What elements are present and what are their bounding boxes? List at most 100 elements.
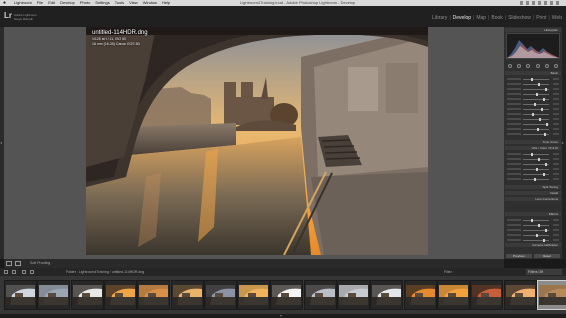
slider-knob[interactable] — [545, 163, 547, 166]
filmstrip-thumbnail[interactable] — [237, 280, 271, 310]
slider-knob[interactable] — [538, 224, 540, 227]
slider-track[interactable] — [523, 239, 549, 242]
slider-knob[interactable] — [538, 83, 540, 86]
filmstrip-thumbnail[interactable] — [170, 280, 204, 310]
filmstrip-thumbnail[interactable] — [370, 280, 404, 310]
effects-slider-row[interactable] — [507, 229, 559, 232]
slider-knob[interactable] — [536, 234, 538, 237]
module-web[interactable]: Web — [550, 15, 564, 22]
back-arrow-icon[interactable] — [22, 270, 26, 274]
photo-canvas[interactable]: untitled-114HDR.dng 1/125 at f / 11, ISO… — [4, 27, 504, 259]
filmstrip-thumbnail[interactable] — [203, 280, 237, 310]
radial-filter-icon[interactable] — [544, 64, 549, 68]
hsl-slider-row[interactable] — [507, 173, 559, 176]
slider-track[interactable] — [523, 98, 549, 101]
slider-knob[interactable] — [543, 98, 545, 101]
slider-track[interactable] — [523, 123, 549, 126]
filmstrip-thumbnail[interactable] — [103, 280, 137, 310]
apple-icon[interactable]: ● — [3, 0, 9, 6]
adjustment-brush-icon[interactable] — [553, 64, 558, 68]
before-after-icon[interactable] — [15, 261, 21, 266]
lens-corrections-header[interactable]: Lens Corrections — [505, 197, 561, 201]
basic-slider-row[interactable] — [507, 93, 559, 96]
module-print[interactable]: Print — [534, 15, 548, 22]
hsl-header[interactable]: HSL / Color / B & W — [505, 146, 561, 150]
module-develop[interactable]: Develop — [451, 15, 473, 22]
basic-slider-row[interactable] — [507, 103, 559, 106]
soft-proofing-label[interactable]: Soft Proofing — [30, 261, 50, 266]
filmstrip-thumbnail[interactable] — [37, 280, 71, 310]
slider-knob[interactable] — [541, 108, 543, 111]
reset-button[interactable]: Reset — [534, 254, 560, 258]
spot-removal-icon[interactable] — [517, 64, 522, 68]
filmstrip-thumbnail[interactable] — [303, 280, 337, 310]
hsl-slider-row[interactable] — [507, 168, 559, 171]
slider-knob[interactable] — [531, 78, 533, 81]
filmstrip-thumbnail[interactable] — [4, 280, 37, 310]
effects-slider-row[interactable] — [507, 239, 559, 242]
slider-track[interactable] — [523, 178, 549, 181]
filmstrip-thumbnail[interactable] — [270, 280, 304, 310]
histogram-header[interactable]: Histogram — [505, 28, 561, 32]
hsl-slider-row[interactable] — [507, 158, 559, 161]
filmstrip[interactable] — [0, 276, 566, 314]
module-map[interactable]: Map — [474, 15, 488, 22]
slider-track[interactable] — [523, 133, 549, 136]
slider-knob[interactable] — [534, 178, 536, 181]
slider-knob[interactable] — [532, 113, 534, 116]
module-book[interactable]: Book — [489, 15, 504, 22]
crop-tool-icon[interactable] — [508, 64, 512, 68]
basic-slider-row[interactable] — [507, 118, 559, 121]
slider-knob[interactable] — [538, 158, 540, 161]
basic-slider-row[interactable] — [507, 88, 559, 91]
hsl-slider-row[interactable] — [507, 153, 559, 156]
detail-header[interactable]: Detail — [505, 191, 561, 195]
menu-extras[interactable] — [520, 1, 560, 5]
slider-knob[interactable] — [543, 173, 545, 176]
secondary-display-icon[interactable] — [4, 270, 8, 274]
slider-knob[interactable] — [539, 118, 541, 121]
slider-track[interactable] — [523, 234, 549, 237]
slider-track[interactable] — [523, 219, 549, 222]
slider-knob[interactable] — [531, 153, 533, 156]
source-breadcrumb[interactable]: Folder : Lightroom4Training / untitled-1… — [66, 270, 144, 274]
filmstrip-thumbnail[interactable] — [70, 280, 104, 310]
filmstrip-thumbnail[interactable] — [503, 280, 537, 310]
previous-button[interactable]: Previous — [506, 254, 532, 258]
slider-knob[interactable] — [534, 103, 536, 106]
slider-track[interactable] — [523, 153, 549, 156]
slider-track[interactable] — [523, 78, 549, 81]
slider-track[interactable] — [523, 224, 549, 227]
module-slideshow[interactable]: Slideshow — [506, 15, 533, 22]
module-library[interactable]: Library — [430, 15, 449, 22]
basic-slider-row[interactable] — [507, 133, 559, 136]
effects-slider-row[interactable] — [507, 234, 559, 237]
slider-knob[interactable] — [546, 123, 548, 126]
basic-slider-row[interactable] — [507, 128, 559, 131]
basic-slider-row[interactable] — [507, 113, 559, 116]
slider-knob[interactable] — [544, 133, 546, 136]
basic-slider-row[interactable] — [507, 123, 559, 126]
effects-header[interactable]: Effects — [505, 212, 561, 216]
right-panel-edge[interactable]: ▸ — [562, 27, 566, 259]
slider-track[interactable] — [523, 83, 549, 86]
slider-track[interactable] — [523, 108, 549, 111]
forward-arrow-icon[interactable] — [30, 270, 34, 274]
slider-track[interactable] — [523, 128, 549, 131]
filter-select[interactable]: Filters Off — [526, 269, 562, 275]
collapse-right-panel-icon[interactable]: ▸ — [562, 140, 564, 145]
effects-slider-row[interactable] — [507, 219, 559, 222]
split-toning-header[interactable]: Split Toning — [505, 185, 561, 189]
slider-track[interactable] — [523, 173, 549, 176]
slider-track[interactable] — [523, 229, 549, 232]
filmstrip-thumbnail[interactable] — [470, 280, 504, 310]
basic-slider-row[interactable] — [507, 83, 559, 86]
slider-knob[interactable] — [545, 88, 547, 91]
slider-knob[interactable] — [545, 229, 547, 232]
basic-slider-row[interactable] — [507, 78, 559, 81]
slider-knob[interactable] — [536, 93, 538, 96]
basic-slider-row[interactable] — [507, 108, 559, 111]
loupe-view-icon[interactable] — [6, 261, 12, 266]
red-eye-icon[interactable] — [526, 64, 531, 68]
camera-calibration-header[interactable]: Camera Calibration — [505, 243, 561, 247]
